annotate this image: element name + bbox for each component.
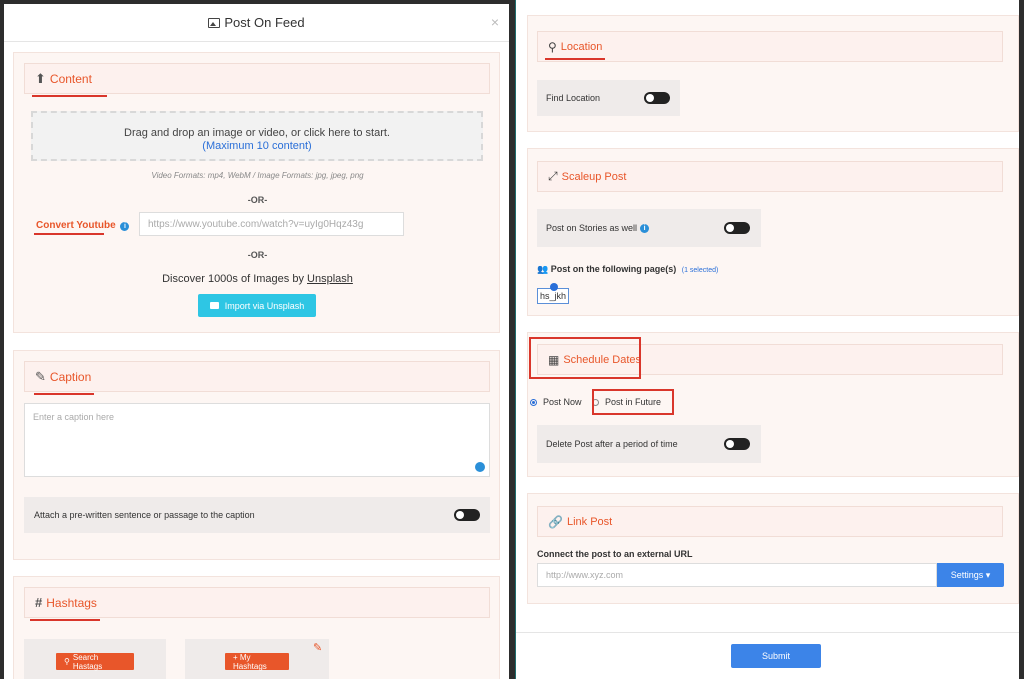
hashtags-heading: # Hashtags (24, 587, 490, 618)
delete-post-label: Delete Post after a period of time (546, 439, 678, 449)
image-icon (208, 17, 221, 28)
location-underline (545, 58, 605, 60)
post-now-label: Post Now (543, 397, 582, 407)
search-hashtags-button[interactable]: ⚲ Search Hastags (56, 652, 134, 671)
media-dropzone[interactable]: Drag and drop an image or video, or clic… (31, 111, 483, 161)
url-input[interactable]: http://www.xyz.com (537, 563, 937, 587)
modal-title: Post On Feed (224, 15, 305, 30)
pages-selected-count: (1 selected) (681, 267, 719, 274)
attach-passage-toggle[interactable] (454, 509, 480, 521)
map-pin-icon: ⚲ (548, 39, 557, 54)
hashtags-section: # Hashtags ⚲ Search Hastags + My Hashtag… (13, 576, 500, 679)
location-heading: ⚲ Location (537, 31, 1003, 62)
scaleup-heading: ⤢ Scaleup Post (537, 161, 1003, 192)
settings-button[interactable]: Settings ▾ (937, 563, 1004, 587)
connect-url-label: Connect the post to an external URL (537, 549, 693, 559)
pages-label-text: Post on the following page(s) (550, 264, 677, 274)
search-hashtags-label: Search Hastags (72, 652, 103, 671)
attach-passage-label: Attach a pre-written sentence or passage… (34, 510, 255, 520)
find-location-row: Find Location (537, 80, 680, 116)
caption-textarea[interactable]: Enter a caption here (24, 403, 490, 477)
post-on-feed-modal: Post On Feed × ⬆ Content Drag and drop a… (4, 4, 509, 679)
info-icon[interactable]: i (120, 222, 130, 231)
delete-post-row: Delete Post after a period of time (537, 425, 761, 463)
location-heading-label: Location (560, 40, 603, 53)
pages-label: 👥 Post on the following page(s) (1 selec… (537, 264, 718, 275)
post-future-highlight (592, 389, 674, 415)
hashtags-heading-label: Hashtags (46, 595, 97, 610)
edit-hashtags-icon[interactable]: ✎ (313, 641, 322, 654)
edit-icon: ✎ (35, 368, 46, 384)
check-icon (550, 283, 558, 291)
expand-icon: ⤢ (548, 169, 558, 183)
users-icon: 👥 (537, 264, 549, 274)
upload-icon: ⬆ (35, 70, 46, 86)
unsplash-link[interactable]: Unsplash (307, 273, 353, 285)
find-location-label: Find Location (546, 93, 601, 103)
page-chip[interactable]: hs_jkh (537, 283, 569, 304)
import-unsplash-button[interactable]: Import via Unsplash (198, 294, 316, 317)
convert-youtube-text: Convert Youtube (36, 220, 116, 231)
location-section: ⚲ Location Find Location (527, 15, 1019, 132)
post-stories-row: Post on Stories as well i (537, 209, 761, 247)
info-icon[interactable]: i (640, 223, 650, 233)
media-formats: Video Formats: mp4, WebM / Image Formats… (151, 171, 364, 180)
my-hashtags-button[interactable]: + My Hashtags (225, 653, 289, 671)
link-icon: 🔗 (548, 514, 563, 529)
radio-selected-icon (530, 398, 537, 406)
import-unsplash-label: Import via Unsplash (224, 300, 305, 311)
close-icon[interactable]: × (491, 14, 499, 30)
link-heading: 🔗 Link Post (537, 506, 1003, 537)
content-underline (32, 95, 107, 97)
caption-section: ✎ Caption Enter a caption here Attach a … (13, 350, 500, 560)
post-stories-label: Post on Stories as well (546, 223, 638, 233)
post-now-radio[interactable]: Post Now (530, 397, 582, 407)
dropzone-max-text: (Maximum 10 content) (202, 140, 312, 152)
emoji-icon[interactable] (475, 462, 485, 472)
search-hashtags-box: ⚲ Search Hastags (24, 639, 166, 679)
discover-unsplash: Discover 1000s of Images by Unsplash (14, 273, 501, 285)
content-heading: ⬆ Content (24, 63, 490, 94)
scaleup-section: ⤢ Scaleup Post Post on Stories as well i… (527, 148, 1019, 316)
post-stories-toggle[interactable] (724, 222, 750, 234)
link-section: 🔗 Link Post Connect the post to an exter… (527, 493, 1019, 604)
page-chip-label: hs_jkh (539, 291, 566, 301)
link-heading-label: Link Post (566, 515, 613, 528)
dropzone-text: Drag and drop an image or video, or clic… (124, 127, 390, 139)
hash-icon: # (35, 595, 43, 610)
caption-placeholder: Enter a caption here (33, 412, 115, 422)
hashtags-underline (30, 619, 100, 621)
content-heading-label: Content (49, 71, 92, 86)
caption-underline (34, 393, 94, 395)
find-location-toggle[interactable] (644, 92, 670, 104)
my-hashtags-box: + My Hashtags ✎ (185, 639, 329, 679)
content-section: ⬆ Content Drag and drop an image or vide… (13, 52, 500, 333)
camera-icon (209, 302, 219, 309)
scaleup-heading-label: Scaleup Post (561, 170, 627, 183)
youtube-url-input[interactable]: https://www.youtube.com/watch?v=uyIg0Hqz… (139, 212, 404, 236)
or-divider-2: -OR- (247, 250, 268, 260)
convert-youtube-label: Convert Youtube i (36, 220, 130, 231)
schedule-section: ▦ Schedule Dates Post Now Post in Future… (527, 332, 1019, 477)
submit-button[interactable]: Submit (731, 644, 821, 668)
attach-passage-row: Attach a pre-written sentence or passage… (24, 497, 490, 533)
caption-heading: ✎ Caption (24, 361, 490, 392)
caption-heading-label: Caption (49, 369, 92, 384)
search-icon: ⚲ (64, 657, 70, 666)
discover-text: Discover 1000s of Images by (162, 273, 308, 285)
footer-divider (516, 632, 1019, 633)
delete-post-toggle[interactable] (724, 438, 750, 450)
or-divider-1: -OR- (247, 195, 268, 205)
post-options-panel: ⚲ Location Find Location ⤢ Scaleup Post … (515, 0, 1019, 679)
schedule-highlight (529, 337, 641, 379)
modal-header: Post On Feed × (4, 4, 509, 42)
youtube-underline (34, 233, 104, 235)
